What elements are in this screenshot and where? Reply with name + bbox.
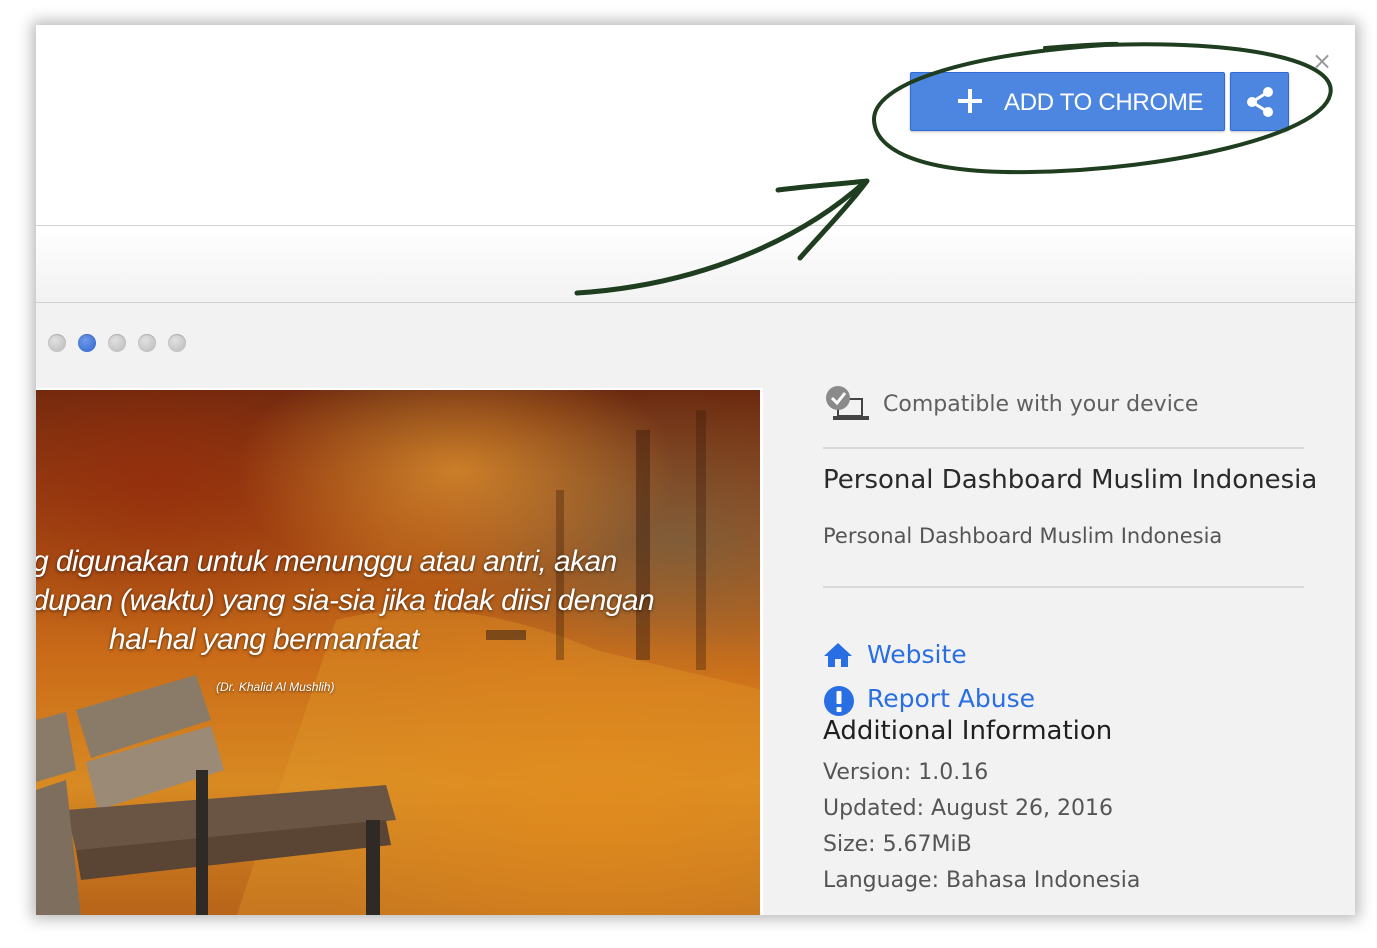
additional-info-title: Additional Information bbox=[823, 716, 1113, 746]
extension-name: Personal Dashboard Muslim Indonesia bbox=[823, 465, 1318, 495]
size-info: Size: 5.67MiB bbox=[823, 832, 972, 857]
add-to-chrome-button[interactable]: ADD TO CHROME bbox=[910, 72, 1225, 131]
updated-info: Updated: August 26, 2016 bbox=[823, 796, 1113, 821]
home-icon bbox=[824, 643, 852, 667]
compatibility-row: Compatible with your device bbox=[823, 380, 1304, 426]
share-button[interactable] bbox=[1230, 72, 1289, 131]
divider bbox=[823, 447, 1304, 449]
carousel-dot-active[interactable] bbox=[78, 334, 96, 352]
carousel-dot[interactable] bbox=[108, 334, 126, 352]
device-compatible-icon bbox=[826, 386, 869, 420]
divider bbox=[823, 586, 1304, 588]
carousel-dot[interactable] bbox=[138, 334, 156, 352]
language-info: Language: Bahasa Indonesia bbox=[823, 868, 1141, 893]
compatibility-text: Compatible with your device bbox=[883, 392, 1199, 417]
alert-icon bbox=[824, 686, 854, 716]
share-icon bbox=[1247, 87, 1273, 117]
version-info: Version: 1.0.16 bbox=[823, 760, 989, 785]
quote-line: hal-hal yang bermanfaat bbox=[109, 623, 419, 656]
report-abuse-link-text[interactable]: Report Abuse bbox=[867, 684, 1035, 713]
dialog-header: × ADD TO CHROME bbox=[36, 25, 1355, 226]
website-link-text[interactable]: Website bbox=[867, 640, 967, 669]
add-to-chrome-label: ADD TO CHROME bbox=[1004, 89, 1204, 116]
quote-line: dupan (waktu) yang sia-sia jika tidak di… bbox=[36, 584, 655, 617]
header-shadow-band bbox=[36, 226, 1355, 303]
carousel-dot[interactable] bbox=[48, 334, 66, 352]
quote-line: g digunakan untuk menunggu atau antri, a… bbox=[36, 545, 617, 578]
extension-detail-dialog: × ADD TO CHROME g digunakan untuk menung… bbox=[36, 25, 1355, 915]
plus-icon bbox=[958, 89, 982, 113]
close-icon[interactable]: × bbox=[1312, 49, 1332, 73]
carousel-dot[interactable] bbox=[168, 334, 186, 352]
extension-description: Personal Dashboard Muslim Indonesia bbox=[823, 524, 1223, 548]
quote-attribution: (Dr. Khalid Al Mushlih) bbox=[216, 680, 335, 694]
extension-screenshot[interactable]: g digunakan untuk menunggu atau antri, a… bbox=[36, 388, 763, 915]
